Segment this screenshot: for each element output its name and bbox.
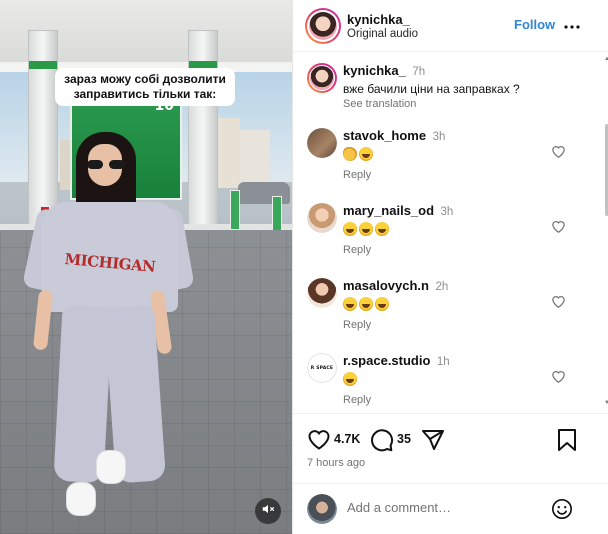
laughing-emoji bbox=[343, 222, 357, 236]
video-caption-overlay: зараз можу собі дозволити заправитись ті… bbox=[55, 68, 235, 106]
follow-button[interactable]: Follow bbox=[514, 17, 555, 32]
more-options-button[interactable] bbox=[563, 16, 581, 34]
laughing-emoji bbox=[359, 297, 373, 311]
scroll-down-arrow-icon[interactable]: ▼ bbox=[604, 400, 608, 406]
laughing-emoji bbox=[343, 372, 357, 386]
heart-outline-icon bbox=[307, 430, 331, 454]
like-comment-button[interactable] bbox=[551, 144, 567, 160]
caption-time: 7h bbox=[412, 66, 426, 78]
commenter-username[interactable]: r.space.studio bbox=[343, 353, 430, 368]
current-user-avatar bbox=[307, 494, 337, 524]
comment-time: 2h bbox=[435, 281, 449, 293]
reply-link[interactable]: Reply bbox=[343, 394, 543, 406]
laughing-emoji bbox=[359, 147, 373, 161]
add-comment-input[interactable]: Add a comment… bbox=[347, 500, 451, 515]
like-button[interactable] bbox=[307, 428, 331, 452]
laughing-emoji bbox=[375, 297, 389, 311]
comments-scrollbar[interactable]: ▲ ▼ bbox=[604, 56, 608, 410]
heart-outline-icon bbox=[551, 370, 566, 387]
likes-count[interactable]: 4.7K bbox=[334, 432, 360, 446]
comment-emojis bbox=[343, 372, 543, 388]
reply-link[interactable]: Reply bbox=[343, 319, 543, 331]
scroll-up-arrow-icon[interactable]: ▲ bbox=[604, 56, 608, 62]
reply-link[interactable]: Reply bbox=[343, 244, 543, 256]
post-header: kynichka_ Original audio Follow bbox=[293, 0, 608, 52]
audio-label[interactable]: Original audio bbox=[347, 28, 418, 40]
parked-car bbox=[238, 182, 290, 204]
post-side-panel: kynichka_ Original audio Follow kynichka… bbox=[292, 0, 608, 534]
laughing-emoji bbox=[375, 222, 389, 236]
post-timestamp[interactable]: 7 hours ago bbox=[307, 457, 365, 469]
comment-emojis bbox=[343, 147, 543, 163]
save-button[interactable] bbox=[557, 428, 581, 452]
comment-emojis bbox=[343, 222, 543, 238]
comments-count[interactable]: 35 bbox=[397, 432, 411, 446]
caption-text: вже бачили ціни на заправках ? bbox=[343, 82, 520, 96]
author-avatar[interactable] bbox=[305, 8, 341, 44]
comment-time: 3h bbox=[432, 131, 446, 143]
caption-username[interactable]: kynichka_ bbox=[343, 63, 406, 78]
mute-button[interactable] bbox=[255, 498, 281, 524]
emoji-picker-button[interactable] bbox=[551, 498, 573, 520]
commenter-username[interactable]: masalovych.n bbox=[343, 278, 429, 293]
reel-video[interactable]: 10 MICHIGAN зараз можу собі дозволити за… bbox=[0, 0, 292, 534]
speech-bubble-icon bbox=[370, 429, 394, 456]
fuel-pump bbox=[230, 190, 240, 230]
clapping-hands-emoji bbox=[343, 147, 357, 161]
heart-outline-icon bbox=[551, 295, 566, 312]
like-comment-button[interactable] bbox=[551, 294, 567, 310]
like-comment-button[interactable] bbox=[551, 219, 567, 235]
author-username[interactable]: kynichka_ bbox=[347, 12, 410, 27]
laughing-emoji bbox=[343, 297, 357, 311]
commenter-username[interactable]: mary_nails_od bbox=[343, 203, 434, 218]
commenter-avatar[interactable] bbox=[307, 203, 337, 233]
speaker-muted-icon bbox=[261, 502, 275, 521]
smiley-face-icon bbox=[551, 499, 573, 524]
bookmark-icon bbox=[557, 429, 577, 456]
commenter-avatar[interactable]: R SPACE bbox=[307, 353, 337, 383]
heart-outline-icon bbox=[551, 145, 566, 162]
heart-outline-icon bbox=[551, 220, 566, 237]
comment-time: 3h bbox=[440, 206, 454, 218]
background-building bbox=[240, 130, 270, 190]
comments-list[interactable]: kynichka_ 7h вже бачили ціни на заправка… bbox=[293, 53, 608, 413]
author-avatar[interactable] bbox=[307, 63, 337, 93]
post-actions-bar: 4.7K 35 7 hours ago bbox=[293, 413, 608, 483]
commenter-avatar[interactable] bbox=[307, 278, 337, 308]
reply-link[interactable]: Reply bbox=[343, 169, 543, 181]
comment-button[interactable] bbox=[370, 428, 394, 452]
comment-emojis bbox=[343, 297, 543, 313]
laughing-emoji bbox=[359, 222, 373, 236]
woman-walking: MICHIGAN bbox=[22, 130, 195, 534]
paper-plane-icon bbox=[421, 430, 445, 456]
see-translation-link[interactable]: See translation bbox=[343, 98, 543, 110]
like-comment-button[interactable] bbox=[551, 369, 567, 385]
share-button[interactable] bbox=[421, 428, 445, 452]
add-comment-bar: Add a comment… bbox=[293, 483, 608, 534]
canopy-pillar bbox=[188, 30, 218, 230]
more-horizontal-icon bbox=[564, 16, 580, 34]
commenter-avatar[interactable] bbox=[307, 128, 337, 158]
comment-time: 1h bbox=[436, 356, 450, 368]
brand-logo-text: R SPACE bbox=[310, 365, 334, 371]
commenter-username[interactable]: stavok_home bbox=[343, 128, 426, 143]
